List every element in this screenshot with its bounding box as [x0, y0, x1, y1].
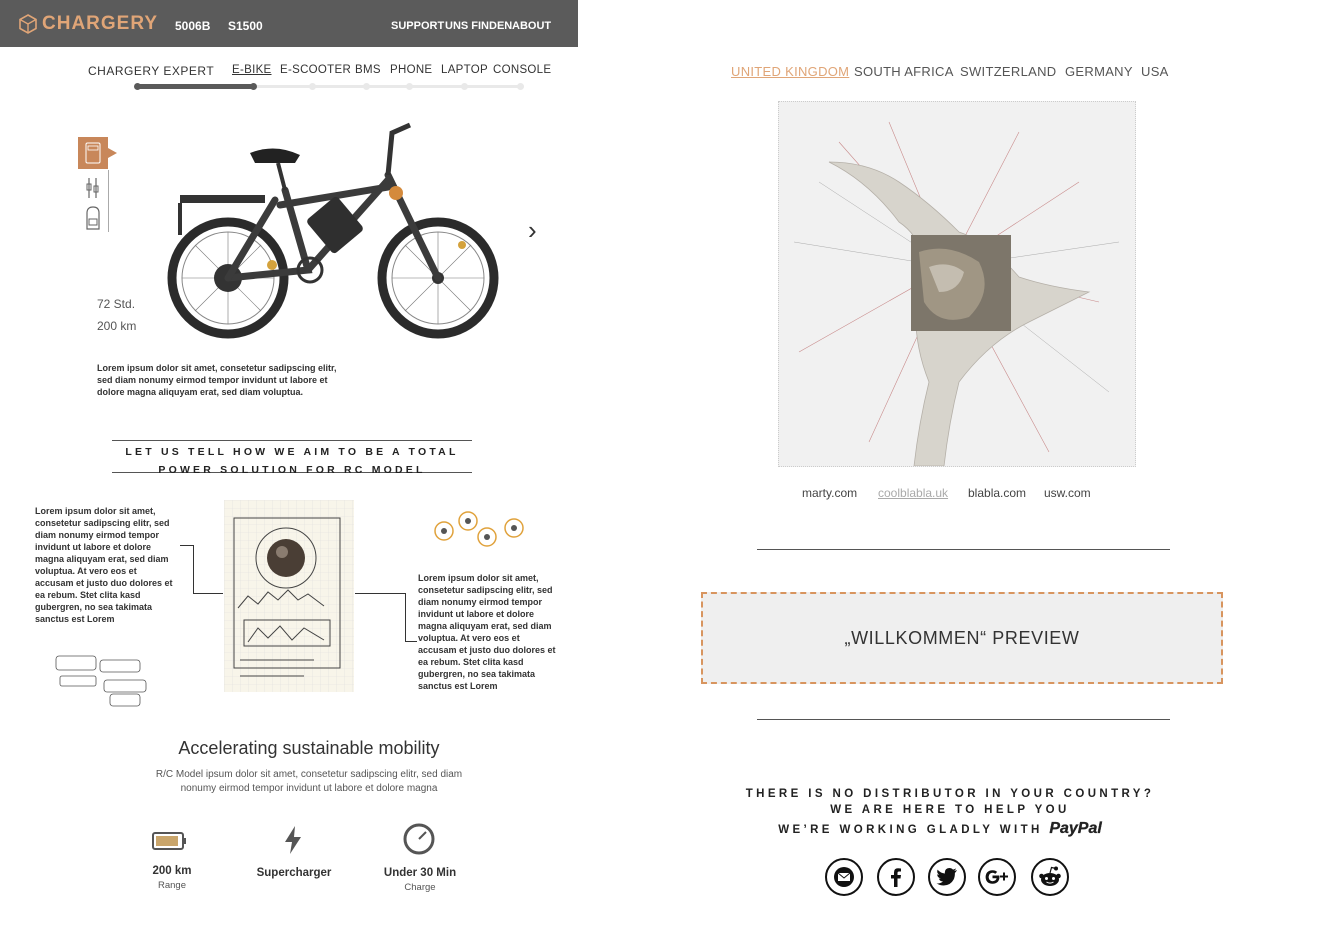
slider-dot[interactable] — [461, 83, 468, 90]
lightning-icon — [285, 826, 301, 854]
feature-charge-time: Under 30 Min Charge — [370, 867, 470, 893]
distributor-line-3-text: WE’RE WORKING GLADLY WITH — [778, 824, 1043, 836]
nav-link-s1500[interactable]: S1500 — [228, 19, 263, 33]
slider-dot[interactable] — [363, 83, 370, 90]
category-label: CHARGERY EXPERT — [88, 64, 215, 78]
slider-dot[interactable] — [134, 83, 141, 90]
nav-link-uns-finden[interactable]: UNS FINDEN — [445, 20, 512, 32]
country-switzerland[interactable]: SWITZERLAND — [960, 64, 1056, 79]
connector-line — [405, 641, 417, 642]
domain-link-blabla[interactable]: blabla.com — [968, 486, 1026, 500]
paypal-logo[interactable]: PayPal — [1049, 820, 1102, 837]
mail-icon — [834, 867, 854, 887]
category-slider-fill — [136, 84, 256, 89]
distributor-line-2: WE ARE HERE TO HELP YOU — [830, 804, 1070, 816]
slider-dot[interactable] — [309, 83, 316, 90]
thumbnail-divider — [108, 170, 109, 232]
tab-phone[interactable]: PHONE — [390, 64, 432, 76]
connector-line — [355, 593, 405, 594]
product-description: Lorem ipsum dolor sit amet, consetetur s… — [97, 363, 337, 397]
connector-line — [405, 593, 406, 641]
distributor-line-3: WE’RE WORKING GLADLY WITH PayPal — [690, 820, 1190, 838]
twitter-button[interactable] — [928, 858, 966, 896]
cable-icon[interactable] — [84, 176, 102, 200]
logo-cube-icon — [19, 14, 37, 34]
nav-link-about[interactable]: ABOUT — [512, 20, 551, 32]
battery-icon — [152, 832, 186, 850]
distributor-line-1: THERE IS NO DISTRIBUTOR IN YOUR COUNTRY? — [745, 788, 1155, 800]
tab-e-scooter[interactable]: E-SCOOTER — [280, 64, 351, 76]
facebook-button[interactable] — [877, 858, 915, 896]
next-product-arrow[interactable]: › — [528, 215, 537, 246]
runtime-stat: 72 Std. — [97, 297, 136, 311]
country-south-africa[interactable]: SOUTH AFRICA — [854, 64, 954, 79]
range-stat: 200 km — [97, 319, 137, 333]
feature-range-title: 200 km — [152, 865, 192, 877]
sketch-illustration — [224, 500, 354, 692]
facebook-icon — [891, 868, 901, 887]
battery-parts-image — [55, 655, 147, 707]
tab-console[interactable]: CONSOLE — [493, 64, 551, 76]
divider-top — [757, 549, 1170, 550]
aim-heading-line-2: POWER SOLUTION FOR RC MODEL — [158, 464, 426, 476]
thumbnail-battery-active[interactable] — [78, 137, 117, 169]
connector-line — [193, 593, 223, 594]
feature-charge-time-sub: Charge — [404, 882, 436, 893]
feature-charge-time-title: Under 30 Min — [383, 867, 457, 879]
slider-dot-active[interactable] — [250, 83, 257, 90]
divider-bottom — [757, 719, 1170, 720]
e-bike-image — [167, 122, 499, 339]
domain-link-usw[interactable]: usw.com — [1044, 486, 1091, 500]
aim-heading: LET US TELL HOW WE AIM TO BE A TOTAL POW… — [112, 440, 472, 476]
aim-left-text: Lorem ipsum dolor sit amet, consetetur s… — [35, 506, 173, 624]
welcome-preview-box[interactable]: „WILLKOMMEN“ PREVIEW — [701, 592, 1223, 684]
feature-supercharger: Supercharger — [248, 867, 340, 879]
tab-e-bike[interactable]: E-BIKE — [232, 64, 272, 76]
nav-link-support[interactable]: SUPPORT — [391, 20, 444, 32]
country-germany[interactable]: GERMANY — [1065, 64, 1133, 79]
slider-dot[interactable] — [517, 83, 524, 90]
feature-badges — [434, 511, 524, 547]
domain-link-marty[interactable]: marty.com — [802, 486, 857, 500]
mobility-description: R/C Model ipsum dolor sit amet, consetet… — [155, 769, 463, 794]
top-navigation-bar: CHARGERY 5006B S1500 SUPPORT UNS FINDEN … — [0, 0, 578, 47]
feature-range: 200 km Range — [136, 865, 208, 891]
gauge-icon — [403, 823, 435, 855]
map-artwork — [778, 101, 1136, 467]
google-plus-icon — [985, 870, 1008, 884]
connector-line — [193, 545, 194, 593]
logo-text: CHARGERY — [42, 13, 159, 34]
aim-right-text: Lorem ipsum dolor sit amet, consetetur s… — [418, 573, 556, 691]
domain-link-coolblabla[interactable]: coolblabla.uk — [878, 486, 948, 500]
reddit-button[interactable] — [1031, 858, 1069, 896]
aim-heading-line-1: LET US TELL HOW WE AIM TO BE A TOTAL — [125, 446, 459, 458]
feature-supercharger-title: Supercharger — [256, 867, 332, 879]
chargery-logo[interactable]: CHARGERY — [18, 13, 158, 35]
connector-line — [180, 545, 194, 546]
reddit-icon — [1039, 866, 1061, 886]
mobility-title: Accelerating sustainable mobility — [178, 738, 440, 758]
tab-laptop[interactable]: LAPTOP — [441, 64, 488, 76]
country-united-kingdom[interactable]: UNITED KINGDOM — [731, 64, 849, 79]
twitter-icon — [936, 868, 957, 886]
battery-pack-icon — [85, 142, 101, 164]
google-plus-button[interactable] — [978, 858, 1016, 896]
tab-bms[interactable]: BMS — [355, 64, 381, 76]
country-usa[interactable]: USA — [1141, 64, 1169, 79]
backpack-icon[interactable] — [84, 205, 102, 231]
mail-button[interactable] — [825, 858, 863, 896]
slider-dot[interactable] — [406, 83, 413, 90]
feature-range-sub: Range — [158, 880, 186, 891]
nav-link-5006b[interactable]: 5006B — [175, 19, 210, 33]
map-collage-image — [793, 121, 1120, 467]
